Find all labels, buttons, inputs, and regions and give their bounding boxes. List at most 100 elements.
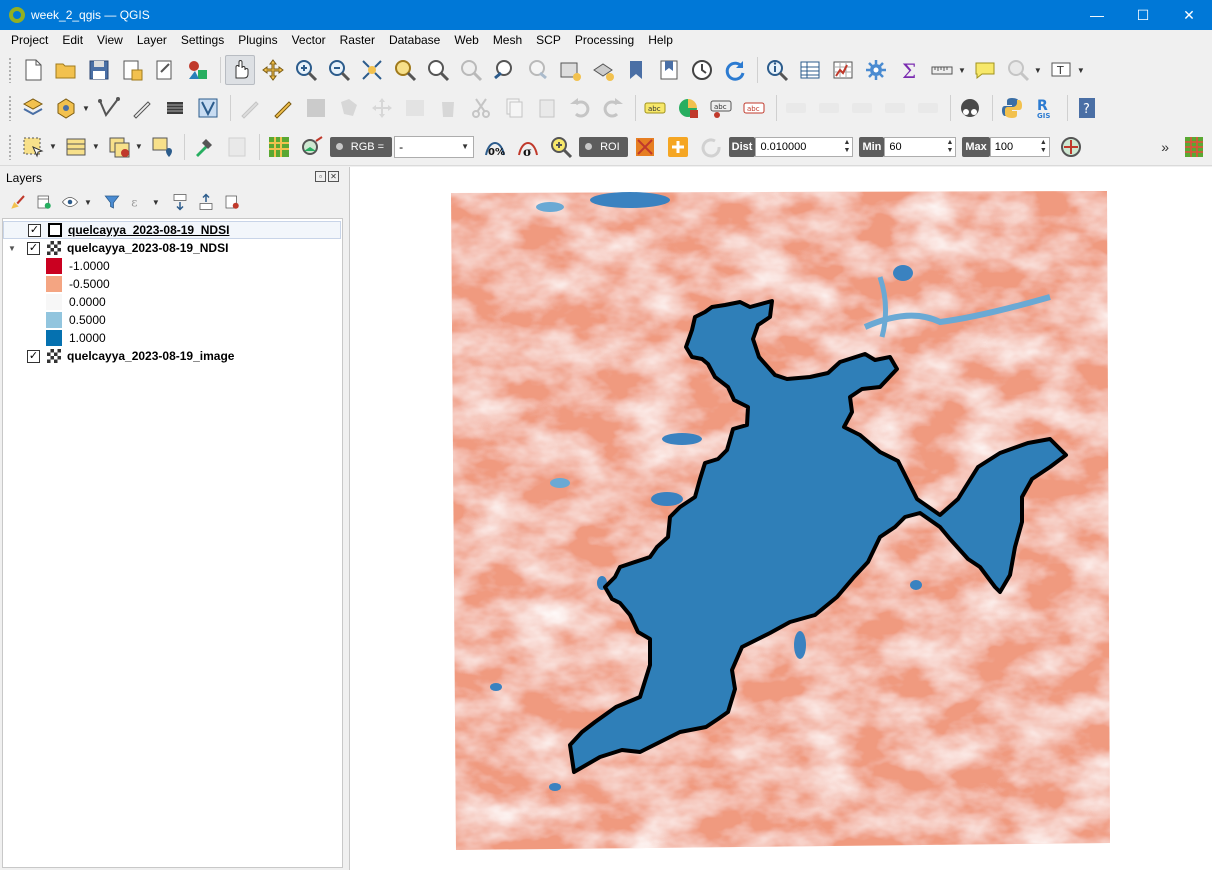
minimize-button[interactable]: — [1074,0,1120,30]
spin-arrows-icon[interactable]: ▲ ▼ [1040,139,1047,155]
layer-row-ndsi-raster[interactable]: ▼ ✓ quelcayya_2023-08-19_NDSI [3,239,228,257]
menu-edit[interactable]: Edit [55,30,90,51]
scp-tools-icon[interactable] [189,132,219,162]
toolbox-icon[interactable] [861,55,891,85]
rotate-label-icon[interactable] [880,93,910,123]
rgb-combobox[interactable]: - ▼ [394,135,475,158]
float-panel-button[interactable]: ▫ [315,171,326,182]
menu-settings[interactable]: Settings [174,30,231,51]
layer-row-ndsi-vector[interactable]: ✓ quelcayya_2023-08-19_NDSI [3,221,341,239]
activate-roi-pointer-icon[interactable] [663,132,693,162]
add-feature-icon[interactable] [334,93,364,123]
temporal-controller-icon[interactable] [687,55,717,85]
web-plugin-icon[interactable] [955,93,985,123]
menu-plugins[interactable]: Plugins [231,30,284,51]
help-contents-icon[interactable]: ? [1072,93,1102,123]
vertex-tool-icon[interactable] [193,93,223,123]
filter-expression-dropdown-icon[interactable]: ▼ [152,198,160,207]
menu-project[interactable]: Project [4,30,55,51]
save-project-icon[interactable] [84,55,114,85]
filter-legend-icon[interactable] [102,192,122,212]
add-virtual-layer-icon[interactable] [160,93,190,123]
zoom-out-icon[interactable] [324,55,354,85]
scp-dock-icon[interactable] [222,132,252,162]
zoom-to-layer-icon[interactable] [423,55,453,85]
new-bookmark-icon[interactable] [621,55,651,85]
filter-by-expression-icon[interactable]: ε [128,192,148,212]
select-by-value-icon[interactable] [61,132,91,162]
refresh-icon[interactable] [720,55,750,85]
move-feature-icon[interactable] [367,93,397,123]
zoom-to-roi-icon[interactable] [546,132,576,162]
layer-row-image-raster[interactable]: ✓ quelcayya_2023-08-19_image [3,347,234,365]
menu-web[interactable]: Web [447,30,485,51]
menu-raster[interactable]: Raster [333,30,382,51]
expand-all-icon[interactable] [170,192,190,212]
menu-help[interactable]: Help [641,30,680,51]
select-dropdown-icon[interactable]: ▼ [49,142,57,151]
pencil-icon[interactable] [268,93,298,123]
new-geopackage-layer-icon[interactable] [51,93,81,123]
change-label-icon[interactable] [913,93,943,123]
create-roi-icon[interactable] [630,132,660,162]
zoom-last-icon[interactable] [489,55,519,85]
new-map-view-icon[interactable] [555,55,585,85]
toolbar-grip[interactable] [8,57,12,83]
data-source-manager-icon[interactable] [18,93,48,123]
show-bookmarks-icon[interactable] [654,55,684,85]
layer-diagram-icon[interactable] [673,93,703,123]
menu-layer[interactable]: Layer [130,30,174,51]
rgb-selector-pill[interactable]: RGB = [329,136,393,157]
manage-map-themes-icon[interactable] [60,192,80,212]
locator-dropdown-icon[interactable]: ▼ [1034,66,1042,75]
undo-icon[interactable] [565,93,595,123]
toggle-editing-icon[interactable] [235,93,265,123]
toolbar-overflow-button[interactable]: » [1161,139,1169,155]
dist-input[interactable]: 0.010000 ▲ ▼ [755,136,854,157]
highlight-pinned-labels-icon[interactable]: abc [706,93,736,123]
redo-roi-icon[interactable] [696,132,726,162]
close-panel-button[interactable]: ✕ [328,171,339,182]
select-features-icon[interactable] [18,132,48,162]
zoom-full-icon[interactable] [357,55,387,85]
new-print-layout-icon[interactable] [117,55,147,85]
style-manager-icon[interactable] [183,55,213,85]
menu-view[interactable]: View [90,30,130,51]
layer-labeling-icon[interactable]: abc [640,93,670,123]
measure-dropdown-icon[interactable]: ▼ [958,66,966,75]
delete-selected-icon[interactable] [433,93,463,123]
deselect-features-icon[interactable] [104,132,134,162]
deselect-dropdown-icon[interactable]: ▼ [135,142,143,151]
copy-features-icon[interactable] [499,93,529,123]
pan-map-icon[interactable] [225,55,255,85]
new-3d-view-icon[interactable] [588,55,618,85]
menu-database[interactable]: Database [382,30,447,51]
zoom-to-input-image-icon[interactable] [297,132,327,162]
zoom-native-icon[interactable] [456,55,486,85]
menu-scp[interactable]: SCP [529,30,568,51]
collapse-arrow-icon[interactable]: ▼ [7,244,17,253]
statistical-summary-icon[interactable]: Σ [894,55,924,85]
select-by-location-icon[interactable] [147,132,177,162]
digitize-icon[interactable] [127,93,157,123]
zoom-to-preview-icon[interactable] [1056,132,1086,162]
menu-mesh[interactable]: Mesh [486,30,529,51]
scp-main-interface-icon[interactable] [264,132,294,162]
layout-manager-icon[interactable] [150,55,180,85]
locator-icon[interactable] [1003,55,1033,85]
roi-selector-pill[interactable]: ROI [579,136,628,157]
redo-icon[interactable] [598,93,628,123]
modify-attributes-icon[interactable] [400,93,430,123]
map-themes-dropdown-icon[interactable]: ▼ [84,198,92,207]
text-annotation-icon[interactable]: T [1046,55,1076,85]
collapse-all-icon[interactable] [196,192,216,212]
measure-icon[interactable] [927,55,957,85]
spin-arrows-icon[interactable]: ▲ ▼ [946,139,953,155]
close-button[interactable]: ✕ [1166,0,1212,30]
identify-features-icon[interactable] [762,55,792,85]
save-edits-icon[interactable] [301,93,331,123]
open-layer-styling-icon[interactable] [8,192,28,212]
spin-arrows-icon[interactable]: ▲ ▼ [844,139,851,155]
menu-vector[interactable]: Vector [285,30,333,51]
pan-to-selection-icon[interactable] [258,55,288,85]
